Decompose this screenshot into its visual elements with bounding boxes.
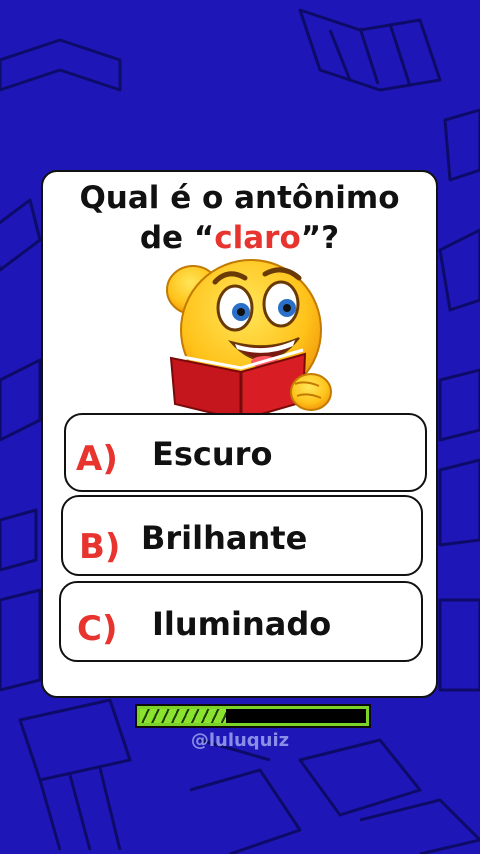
quiz-card: Qual é o antônimo de “claro”? A) Escuro … bbox=[41, 170, 438, 698]
creator-handle: @luluquiz bbox=[190, 730, 290, 751]
smiling-emoji-reading-book-icon bbox=[166, 259, 332, 422]
question-suffix: ”? bbox=[300, 220, 340, 256]
option-a-text: Escuro bbox=[152, 435, 273, 473]
question-highlight-word: claro bbox=[214, 220, 301, 256]
option-c-letter: C) bbox=[77, 609, 118, 649]
timer-progress-bar bbox=[135, 704, 371, 728]
question-line-1: Qual é o antônimo bbox=[79, 180, 400, 216]
timer-progress-fill bbox=[140, 709, 226, 723]
option-c-button[interactable]: C) Iluminado bbox=[59, 581, 423, 662]
option-a-button[interactable]: A) Escuro bbox=[64, 413, 427, 492]
option-b-text: Brilhante bbox=[141, 519, 308, 557]
option-a-letter: A) bbox=[76, 439, 118, 479]
option-b-button[interactable]: B) Brilhante bbox=[61, 495, 423, 576]
question-text: Qual é o antônimo de “claro”? bbox=[43, 178, 436, 258]
option-c-text: Iluminado bbox=[152, 605, 332, 643]
option-b-letter: B) bbox=[79, 527, 121, 567]
question-prefix: de “ bbox=[139, 220, 215, 256]
timer-progress-track bbox=[140, 709, 366, 723]
